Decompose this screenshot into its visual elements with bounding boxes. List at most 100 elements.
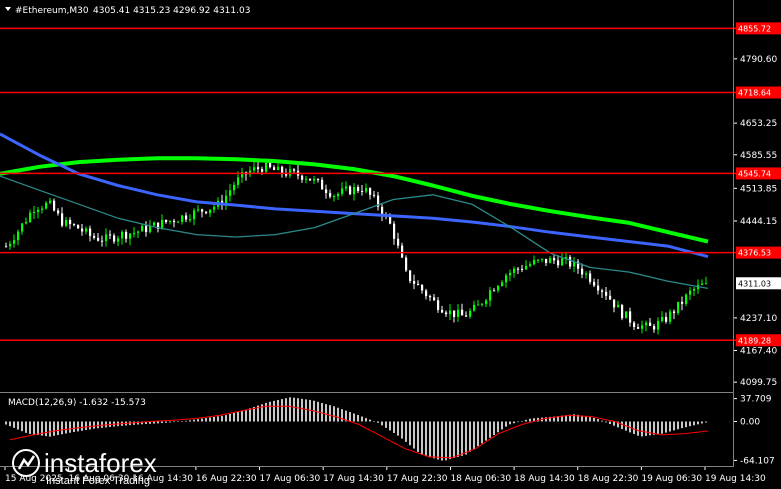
macd-histogram-bar xyxy=(25,421,27,433)
macd-histogram-bar xyxy=(405,421,407,442)
candle-body xyxy=(401,245,404,258)
macd-histogram-bar xyxy=(477,421,479,447)
macd-histogram-bar xyxy=(81,421,83,431)
macd-histogram-bar xyxy=(609,421,611,425)
candle-body xyxy=(397,238,400,246)
time-tick-label: 18 Aug 06:30 xyxy=(450,474,511,484)
macd-histogram-bar xyxy=(693,421,695,426)
macd-histogram-bar xyxy=(497,421,499,433)
candle-body xyxy=(305,178,308,180)
macd-histogram-bar xyxy=(445,421,447,461)
macd-histogram-bar xyxy=(269,401,271,422)
candle-body xyxy=(689,290,692,295)
candle-body xyxy=(185,215,188,220)
macd-histogram-bar xyxy=(221,415,223,422)
candle-body xyxy=(677,301,680,314)
macd-histogram-bar xyxy=(157,421,159,424)
macd-histogram-bar xyxy=(705,421,707,423)
candle-body xyxy=(37,209,40,213)
candle-body xyxy=(517,268,520,270)
candle-body xyxy=(29,212,32,222)
candle-body xyxy=(325,189,328,194)
symbol-label: #Ethereum,M30 xyxy=(15,6,89,16)
candle-body xyxy=(561,258,564,266)
macd-histogram-bar xyxy=(45,421,47,437)
macd-histogram-bar xyxy=(525,419,527,422)
candle-body xyxy=(393,223,396,239)
macd-histogram-bar xyxy=(161,421,163,424)
macd-histogram-bar xyxy=(453,421,455,459)
candle-body xyxy=(653,325,656,330)
macd-histogram-bar xyxy=(385,421,387,428)
candle-body xyxy=(661,316,664,322)
candle-body xyxy=(213,206,216,210)
level-label: 4855.72 xyxy=(738,24,771,33)
level-label: 4545.74 xyxy=(738,169,771,178)
candle-body xyxy=(557,260,560,266)
candle-body xyxy=(605,291,608,296)
macd-histogram-bar xyxy=(517,421,519,423)
candle-body xyxy=(353,187,356,195)
macd-histogram-bar xyxy=(657,421,659,435)
candle-body xyxy=(109,234,112,236)
candle-body xyxy=(593,281,596,286)
macd-histogram-bar xyxy=(233,412,235,422)
macd-histogram-bar xyxy=(209,417,211,422)
price-chart[interactable]: 4855.72 4718.64 4545.74 4376.53 4189.28 4790.… xyxy=(0,0,781,489)
candle-body xyxy=(621,305,624,319)
price-tick-label: 4653.25 xyxy=(740,119,777,129)
candle-body xyxy=(481,303,484,305)
macd-histogram-bar xyxy=(365,418,367,422)
candle-body xyxy=(521,268,524,270)
macd-label: MACD(12,26,9) -1.632 -15.573 xyxy=(8,398,146,408)
macd-tick-label: -64.107 xyxy=(740,456,775,466)
macd-histogram-bar xyxy=(449,421,451,460)
macd-histogram-bar xyxy=(97,421,99,429)
candle-body xyxy=(73,224,76,226)
macd-histogram-bar xyxy=(613,421,615,426)
candle-body xyxy=(329,193,332,197)
candle-body xyxy=(461,309,464,316)
macd-histogram-bar xyxy=(481,421,483,444)
candle-body xyxy=(269,162,272,168)
candle-body xyxy=(53,200,56,211)
candle-body xyxy=(17,231,20,241)
macd-histogram-bar xyxy=(413,421,415,449)
price-tick-label: 4444.15 xyxy=(740,217,777,227)
candle-body xyxy=(489,290,492,301)
macd-histogram-bar xyxy=(305,399,307,422)
macd-histogram-bar xyxy=(457,421,459,457)
macd-histogram-bar xyxy=(437,421,439,460)
price-tick-label: 4790.60 xyxy=(740,55,777,65)
candle-body xyxy=(321,179,324,190)
candle-body xyxy=(61,213,64,226)
candle-body xyxy=(125,231,128,239)
ohlc-readout: 4305.41 4315.23 4296.92 4311.03 xyxy=(93,6,250,16)
candle-body xyxy=(625,311,628,319)
candle-body xyxy=(9,243,12,247)
macd-histogram-bar xyxy=(701,421,703,424)
candle-body xyxy=(361,190,364,192)
candle-body xyxy=(65,219,68,226)
macd-histogram-bar xyxy=(433,421,435,459)
macd-histogram-bar xyxy=(29,421,31,434)
candle-body xyxy=(513,268,516,273)
macd-histogram-bar xyxy=(249,408,251,422)
candle-body xyxy=(437,300,440,310)
candle-body xyxy=(181,215,184,222)
candle-body xyxy=(665,316,668,322)
candle-body xyxy=(349,186,352,195)
candle-body xyxy=(597,285,600,291)
macd-histogram-bar xyxy=(53,421,55,436)
macd-histogram-bar xyxy=(353,413,355,422)
candle-body xyxy=(41,208,44,210)
candle-body xyxy=(121,231,124,239)
macd-histogram-bar xyxy=(293,397,295,422)
candle-body xyxy=(57,210,60,214)
macd-histogram-bar xyxy=(197,419,199,422)
macd-histogram-bar xyxy=(85,421,87,431)
price-tick-label: 4237.10 xyxy=(740,314,777,324)
macd-histogram-bar xyxy=(61,421,63,435)
candle-body xyxy=(685,294,688,304)
candle-body xyxy=(469,310,472,317)
